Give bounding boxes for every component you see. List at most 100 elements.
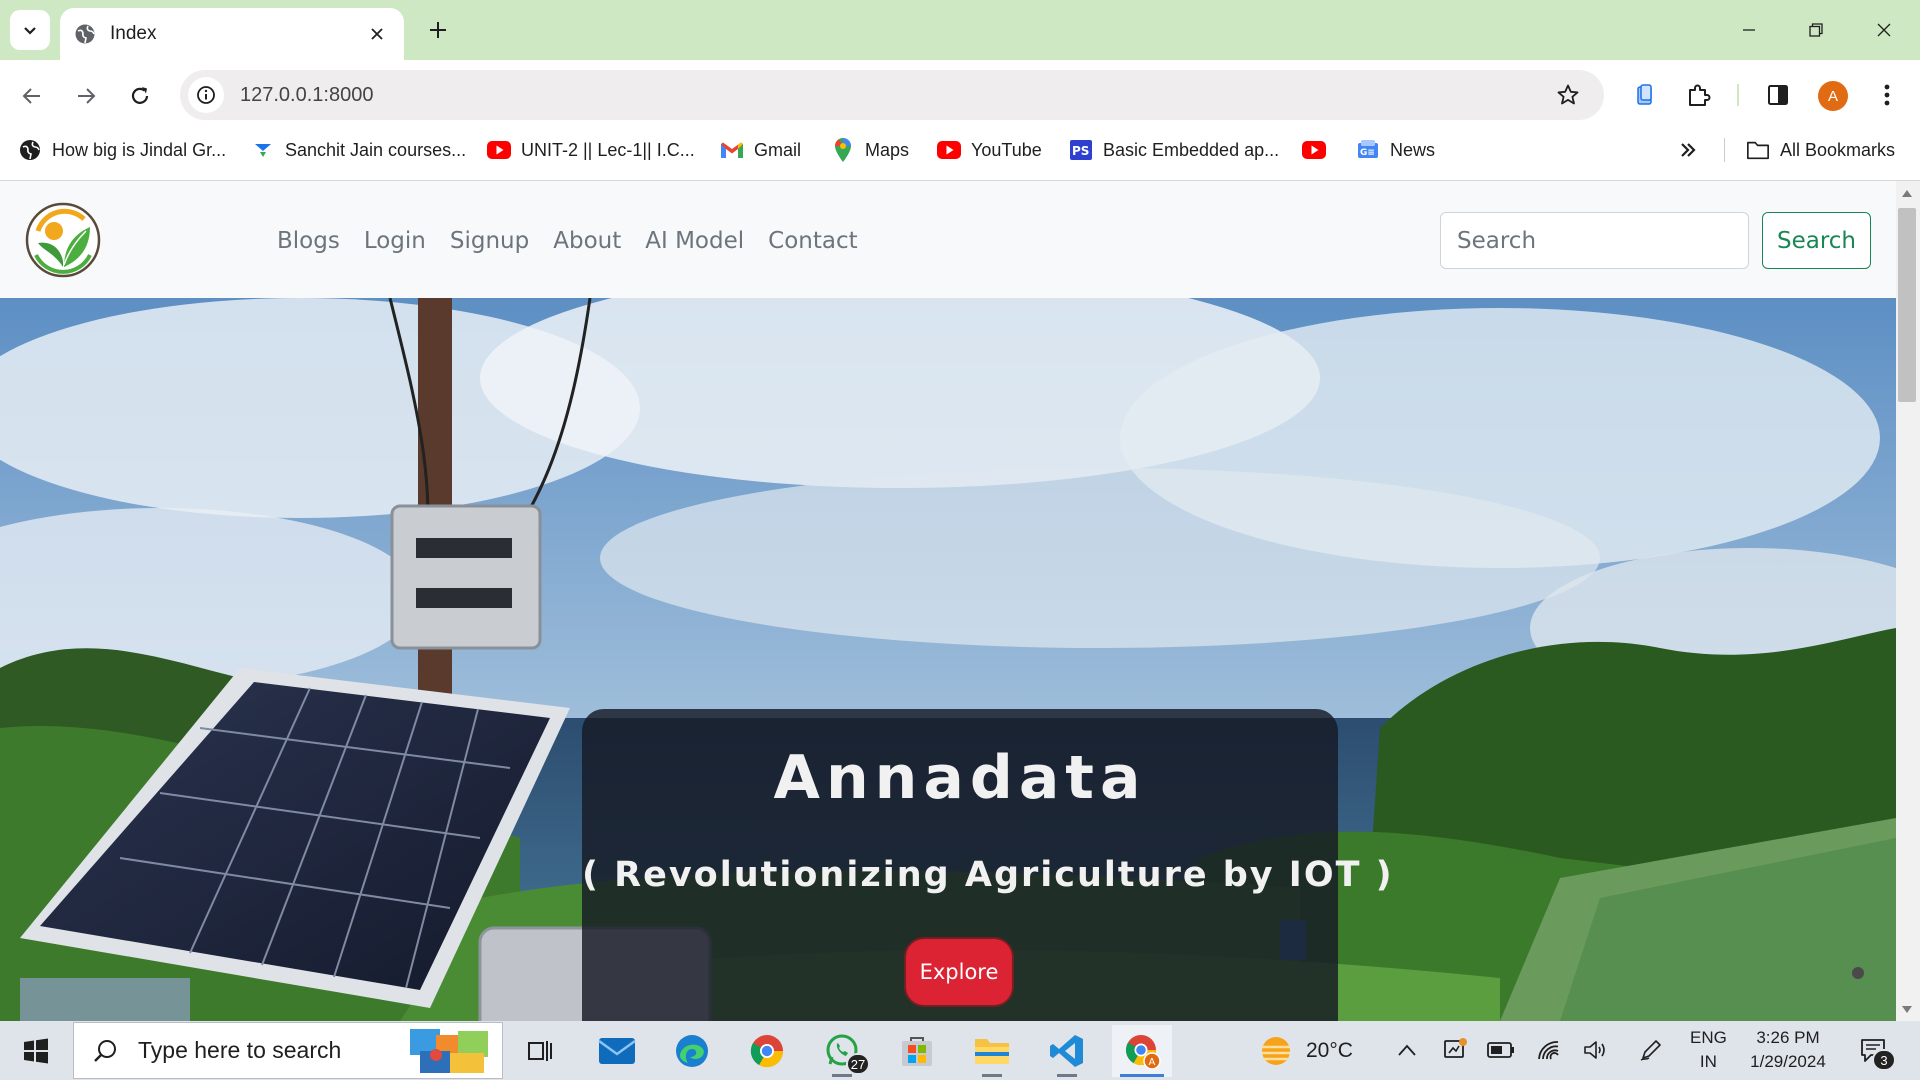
volume-control[interactable] — [1581, 1035, 1611, 1065]
nav-link-signup[interactable]: Signup — [438, 221, 541, 261]
side-panel-icon — [1768, 85, 1788, 105]
start-button[interactable] — [12, 1031, 60, 1071]
site-logo[interactable] — [24, 201, 102, 279]
svg-text:A: A — [1149, 1057, 1156, 1068]
site-nav-links: Blogs Login Signup About AI Model Contac… — [265, 221, 870, 261]
nav-link-about[interactable]: About — [541, 221, 633, 261]
input-language[interactable]: ENG IN — [1690, 1026, 1727, 1074]
hero-card: Annadata ( Revolutionizing Agriculture b… — [582, 709, 1394, 1021]
nav-link-ai-model[interactable]: AI Model — [633, 221, 756, 261]
close-icon — [1877, 23, 1891, 37]
bookmark-unit2[interactable]: UNIT-2 || Lec-1|| I.C... — [487, 136, 695, 164]
hero-subtitle: ( Revolutionizing Agriculture by IOT ) — [582, 855, 1394, 895]
tray-expand-button[interactable] — [1392, 1035, 1422, 1065]
bookmark-news[interactable]: G≡ News — [1356, 136, 1435, 164]
minimize-icon — [1743, 29, 1755, 31]
search-icon — [90, 1036, 120, 1066]
bookmark-youtube[interactable]: YouTube — [937, 136, 1042, 164]
address-bar[interactable]: 127.0.0.1:8000 — [180, 70, 1604, 120]
site-info-icon[interactable] — [188, 77, 224, 113]
puzzle-icon — [1689, 84, 1711, 106]
bookmark-label: Maps — [865, 139, 910, 160]
task-view-button[interactable] — [510, 1025, 570, 1077]
new-tab-button[interactable] — [422, 14, 454, 46]
nav-link-login[interactable]: Login — [352, 221, 438, 261]
chrome-profile-app[interactable]: A — [1112, 1025, 1172, 1077]
svg-text:G≡: G≡ — [1360, 148, 1375, 158]
taskbar-search-placeholder: Type here to search — [138, 1037, 342, 1063]
bookmark-label: UNIT-2 || Lec-1|| I.C... — [521, 139, 695, 160]
side-panel-button[interactable] — [1759, 76, 1797, 114]
back-button[interactable] — [14, 78, 50, 114]
news-icon: G≡ — [1356, 138, 1380, 162]
language-code: ENG — [1690, 1028, 1727, 1047]
clock-time: 3:26 PM — [1756, 1028, 1820, 1047]
bookmark-label: YouTube — [971, 139, 1042, 160]
bookmark-jindal[interactable]: How big is Jindal Gr... — [18, 136, 226, 164]
profile-avatar[interactable]: A — [1818, 81, 1848, 111]
bookmark-star-icon[interactable] — [1548, 75, 1588, 115]
arrow-right-icon — [78, 88, 96, 104]
forward-button[interactable] — [68, 78, 104, 114]
close-icon[interactable] — [364, 21, 390, 47]
task-view-icon — [528, 1041, 552, 1061]
chevron-up-icon — [1398, 1044, 1416, 1056]
notification-center-button[interactable]: 3 — [1856, 1033, 1896, 1071]
mail-icon — [598, 1038, 636, 1064]
more-bookmarks-button[interactable] — [1676, 136, 1710, 164]
url-text[interactable]: 127.0.0.1:8000 — [240, 84, 1548, 107]
pen-menu[interactable] — [1636, 1035, 1666, 1065]
all-bookmarks-button[interactable]: All Bookmarks — [1746, 136, 1895, 164]
ps-icon: PS — [1069, 138, 1093, 162]
battery-status[interactable] — [1486, 1035, 1516, 1065]
courses-icon — [251, 138, 275, 162]
scroll-up-icon[interactable] — [1900, 186, 1914, 200]
explore-button[interactable]: Explore — [906, 939, 1012, 1005]
tab-search-button[interactable] — [10, 10, 50, 50]
store-icon — [902, 1037, 932, 1066]
tray-app-button[interactable] — [1440, 1035, 1470, 1065]
chevron-down-icon — [24, 27, 36, 35]
reload-button[interactable] — [122, 78, 158, 114]
system-clock[interactable]: 3:26 PM 1/29/2024 — [1750, 1026, 1826, 1074]
nav-link-contact[interactable]: Contact — [756, 221, 869, 261]
browser-tab[interactable]: Index — [60, 8, 404, 60]
bookmark-sanchit[interactable]: Sanchit Jain courses... — [251, 136, 466, 164]
minimize-button[interactable] — [1726, 12, 1772, 48]
bookmark-label: Gmail — [754, 139, 802, 160]
youtube-icon — [1302, 138, 1326, 162]
site-search-button[interactable]: Search — [1762, 212, 1871, 269]
pen-icon — [1640, 1040, 1661, 1061]
whatsapp-badge: 27 — [846, 1053, 870, 1075]
extensions-menu-button[interactable] — [1680, 76, 1718, 114]
nav-link-blogs[interactable]: Blogs — [265, 221, 352, 261]
folder-icon — [975, 1039, 1009, 1064]
restore-button[interactable] — [1793, 12, 1839, 48]
extension-button[interactable] — [1626, 76, 1664, 114]
language-region: IN — [1699, 1052, 1717, 1071]
scroll-down-icon[interactable] — [1900, 1003, 1914, 1017]
bookmark-maps[interactable]: Maps — [831, 136, 909, 164]
file-explorer-app[interactable] — [962, 1025, 1022, 1077]
vscode-app[interactable] — [1037, 1025, 1097, 1077]
close-window-button[interactable] — [1861, 12, 1907, 48]
bookmark-gmail[interactable]: Gmail — [720, 136, 801, 164]
hero-title: Annadata — [773, 743, 1147, 813]
web-page: Blogs Login Signup About AI Model Contac… — [0, 181, 1896, 1021]
bookmark-embedded[interactable]: PS Basic Embedded ap... — [1069, 136, 1279, 164]
bookmark-label: How big is Jindal Gr... — [52, 139, 227, 160]
whatsapp-app[interactable]: 27 — [812, 1025, 872, 1077]
taskbar-search-box[interactable]: Type here to search — [73, 1022, 503, 1079]
bookmark-youtube-2[interactable] — [1302, 136, 1336, 164]
weather-widget[interactable]: 20°C — [1256, 1031, 1353, 1071]
site-search-input[interactable] — [1440, 212, 1749, 269]
battery-icon — [1487, 1042, 1514, 1058]
chrome-app[interactable] — [737, 1025, 797, 1077]
edge-app[interactable] — [662, 1025, 722, 1077]
weather-temperature: 20°C — [1306, 1039, 1353, 1062]
mail-app[interactable] — [587, 1025, 647, 1077]
store-app[interactable] — [887, 1025, 947, 1077]
network-status[interactable] — [1534, 1035, 1564, 1065]
browser-menu-button[interactable] — [1868, 76, 1906, 114]
scrollbar-thumb[interactable] — [1898, 208, 1916, 402]
